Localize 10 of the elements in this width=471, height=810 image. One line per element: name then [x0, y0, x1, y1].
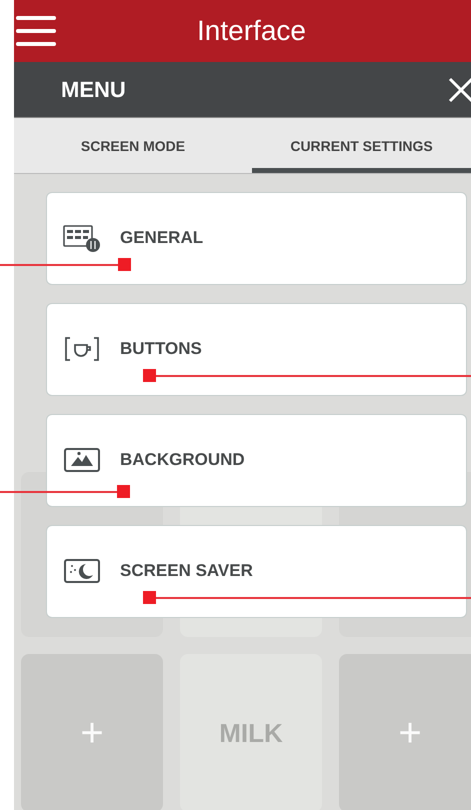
- menu-title: MENU: [61, 76, 126, 102]
- close-icon[interactable]: [447, 76, 471, 104]
- grid-settings-icon: [62, 222, 102, 252]
- settings-card[interactable]: BACKGROUND: [46, 414, 467, 507]
- settings-card[interactable]: BUTTONS: [46, 303, 467, 396]
- settings-card[interactable]: SCREEN SAVER: [46, 525, 467, 618]
- app-title: Interface: [196, 15, 307, 47]
- tab[interactable]: SCREEN MODE: [14, 118, 252, 173]
- menu-icon[interactable]: [16, 16, 56, 46]
- settings-card[interactable]: GENERAL: [46, 192, 467, 285]
